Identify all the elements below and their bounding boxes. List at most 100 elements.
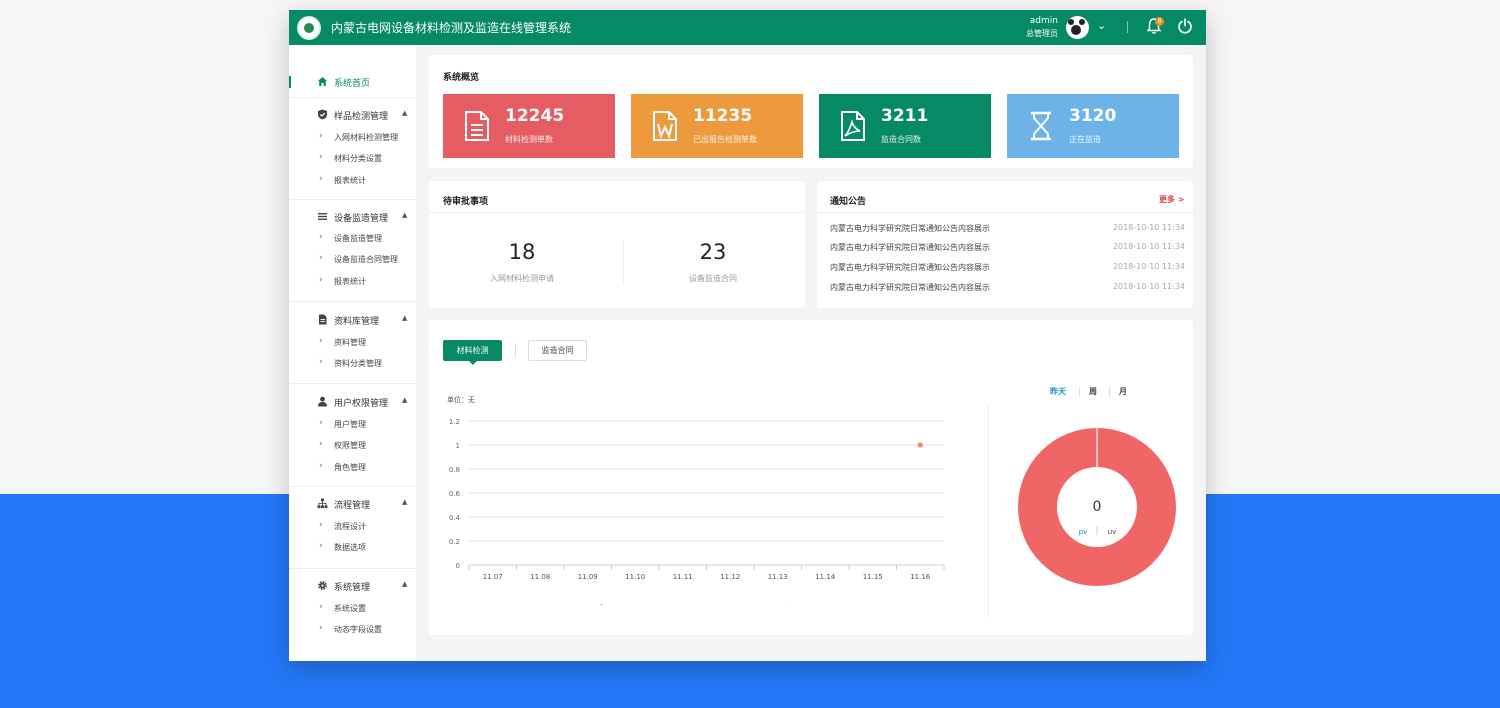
pending-value[interactable]: 18 bbox=[462, 240, 582, 264]
x-tick-label: 11.09 bbox=[578, 573, 598, 581]
x-tick-label: 11.16 bbox=[910, 573, 931, 581]
stat-label: 监造合同数 bbox=[881, 135, 921, 144]
sidebar-group-label: 资料库管理 bbox=[334, 317, 380, 327]
sidebar-group-workflow[interactable]: 流程管理 ▲ bbox=[289, 497, 416, 515]
notice-row[interactable]: 内蒙古电力科学研究院日常通知公告内容展示 2018-10-10 11:34 bbox=[830, 282, 1185, 298]
sidebar-subitem[interactable]: › 数据选项 bbox=[289, 541, 416, 557]
sidebar-subitem-label: 设备监造合同管理 bbox=[334, 255, 398, 264]
sidebar-group-label: 系统管理 bbox=[334, 583, 371, 593]
user-name: admin bbox=[1029, 16, 1058, 26]
sidebar-subitem[interactable]: › 入网材料检测管理 bbox=[289, 131, 416, 147]
divider bbox=[289, 486, 416, 487]
chevron-right-icon: › bbox=[319, 418, 323, 428]
sidebar-group-equipment-supervision[interactable]: 设备监造管理 ▲ bbox=[289, 210, 416, 228]
notice-time: 2018-10-10 11:34 bbox=[1112, 282, 1185, 291]
x-tick-label: 11.15 bbox=[863, 573, 883, 581]
range-tab-yesterday[interactable]: 昨天 bbox=[1050, 386, 1066, 397]
chevron-down-icon[interactable]: ⌄ bbox=[1097, 19, 1106, 32]
sidebar-subitem-label: 资料分类管理 bbox=[334, 359, 382, 368]
collapse-arrow-icon: ▲ bbox=[402, 396, 408, 404]
donut-toggle-uv[interactable]: uv bbox=[1108, 528, 1117, 536]
divider bbox=[289, 97, 416, 98]
sidebar-subitem[interactable]: › 动态字段设置 bbox=[289, 623, 416, 639]
y-tick-label: 1 bbox=[456, 442, 460, 450]
sidebar-item-home[interactable]: 系统首页 bbox=[289, 75, 416, 93]
donut-toggle-pv[interactable]: pv bbox=[1079, 528, 1088, 536]
divider bbox=[988, 405, 989, 617]
notice-row[interactable]: 内蒙古电力科学研究院日常通知公告内容展示 2018-10-10 11:34 bbox=[830, 242, 1185, 258]
more-link[interactable]: 更多 > bbox=[1159, 194, 1185, 205]
sidebar-group-sample-testing[interactable]: 样品检测管理 ▲ bbox=[289, 108, 416, 126]
collapse-arrow-icon: ▲ bbox=[402, 580, 408, 588]
divider bbox=[623, 240, 624, 286]
sidebar-subitem[interactable]: › 材料分类设置 bbox=[289, 152, 416, 168]
top-bar: 内蒙古电网设备材料检测及监造在线管理系统 admin 总管理员 ⌄ 8 bbox=[289, 10, 1206, 45]
stat-card-material-tests[interactable]: 12245 材料检测单数 bbox=[443, 94, 615, 158]
sidebar-subitem[interactable]: › 资料分类管理 bbox=[289, 357, 416, 373]
sidebar-subitem[interactable]: › 用户管理 bbox=[289, 418, 416, 434]
notice-row[interactable]: 内蒙古电力科学研究院日常通知公告内容展示 2018-10-10 11:34 bbox=[830, 262, 1185, 278]
sidebar-group-system[interactable]: 系统管理 ▲ bbox=[289, 579, 416, 597]
list-icon bbox=[318, 213, 327, 220]
sidebar-subitem[interactable]: › 资料管理 bbox=[289, 336, 416, 352]
app-title: 内蒙古电网设备材料检测及监造在线管理系统 bbox=[331, 21, 572, 35]
divider bbox=[515, 343, 516, 357]
y-tick-label: 0.6 bbox=[449, 490, 461, 498]
pending-value[interactable]: 23 bbox=[653, 240, 773, 264]
stat-value: 12245 bbox=[505, 106, 565, 126]
sidebar-group-user-permissions[interactable]: 用户权限管理 ▲ bbox=[289, 395, 416, 413]
pie-chart: 0 pv uv bbox=[1018, 428, 1176, 586]
range-tab-week[interactable]: 周 bbox=[1089, 386, 1097, 397]
legend-prev-icon[interactable] bbox=[596, 604, 602, 605]
shield-check-icon bbox=[318, 109, 327, 120]
unit-label: 单位：无 bbox=[447, 395, 475, 404]
app-window: 内蒙古电网设备材料检测及监造在线管理系统 admin 总管理员 ⌄ 8 系统首页… bbox=[289, 10, 1206, 661]
chevron-right-icon: › bbox=[319, 336, 323, 346]
legend-next-icon[interactable] bbox=[790, 604, 796, 605]
home-icon bbox=[318, 77, 327, 86]
sidebar-subitem-label: 资料管理 bbox=[334, 338, 366, 347]
stat-value: 11235 bbox=[693, 106, 753, 126]
sidebar-subitem[interactable]: › 权限管理 bbox=[289, 439, 416, 455]
power-icon[interactable] bbox=[1177, 18, 1193, 34]
sidebar-subitem[interactable]: › 角色管理 bbox=[289, 461, 416, 477]
stat-card-supervision-contracts[interactable]: 3211 监造合同数 bbox=[819, 94, 991, 158]
notice-text: 内蒙古电力科学研究院日常通知公告内容展示 bbox=[830, 224, 990, 233]
data-point-uv[interactable] bbox=[917, 442, 923, 448]
stat-card-in-progress[interactable]: 3120 正在监造 bbox=[1007, 94, 1179, 158]
stat-card-reports-issued[interactable]: 11235 已出报告检测单数 bbox=[631, 94, 803, 158]
sidebar-group-label: 用户权限管理 bbox=[334, 399, 389, 409]
divider bbox=[289, 568, 416, 569]
x-tick-label: 11.13 bbox=[768, 573, 788, 581]
range-tab-month[interactable]: 月 bbox=[1119, 386, 1127, 397]
sidebar-subitem-label: 动态字段设置 bbox=[334, 625, 382, 634]
gear-icon bbox=[318, 581, 327, 590]
notice-row[interactable]: 内蒙古电力科学研究院日常通知公告内容展示 2018-10-10 11:34 bbox=[830, 223, 1185, 239]
sidebar: 系统首页 样品检测管理 ▲ › 入网材料检测管理 › 材料分类设置 › 报表统计 设备… bbox=[289, 45, 416, 661]
avatar[interactable] bbox=[1066, 16, 1089, 39]
sidebar-subitem[interactable]: › 系统设置 bbox=[289, 602, 416, 618]
stat-label: 材料检测单数 bbox=[505, 135, 553, 144]
x-tick-label: 11.10 bbox=[625, 573, 645, 581]
tab-material-testing[interactable]: 材料检测 bbox=[443, 340, 502, 365]
sidebar-subitem[interactable]: › 报表统计 bbox=[289, 275, 416, 291]
sidebar-subitem[interactable]: › 报表统计 bbox=[289, 174, 416, 190]
sidebar-subitem[interactable]: › 设备监造合同管理 bbox=[289, 253, 416, 269]
chevron-right-icon: › bbox=[319, 357, 323, 367]
y-tick-label: 0 bbox=[456, 562, 460, 570]
sidebar-subitem[interactable]: › 流程设计 bbox=[289, 520, 416, 536]
chevron-right-icon: › bbox=[319, 461, 323, 471]
sidebar-subitem-label: 流程设计 bbox=[334, 522, 366, 531]
sidebar-group-library[interactable]: 资料库管理 ▲ bbox=[289, 313, 416, 331]
x-tick-label: 11.07 bbox=[483, 573, 503, 581]
chevron-right-icon: › bbox=[319, 232, 323, 242]
divider bbox=[1079, 387, 1080, 397]
donut-center-value: 0 bbox=[1093, 499, 1102, 515]
divider bbox=[429, 212, 805, 213]
sidebar-subitem[interactable]: › 设备监造管理 bbox=[289, 232, 416, 248]
collapse-arrow-icon: ▲ bbox=[402, 211, 408, 219]
sidebar-subitem-label: 角色管理 bbox=[334, 463, 366, 472]
tab-supervision-contracts[interactable]: 监造合同 bbox=[528, 340, 587, 361]
divider bbox=[817, 212, 1193, 213]
chevron-right-icon: › bbox=[319, 152, 323, 162]
